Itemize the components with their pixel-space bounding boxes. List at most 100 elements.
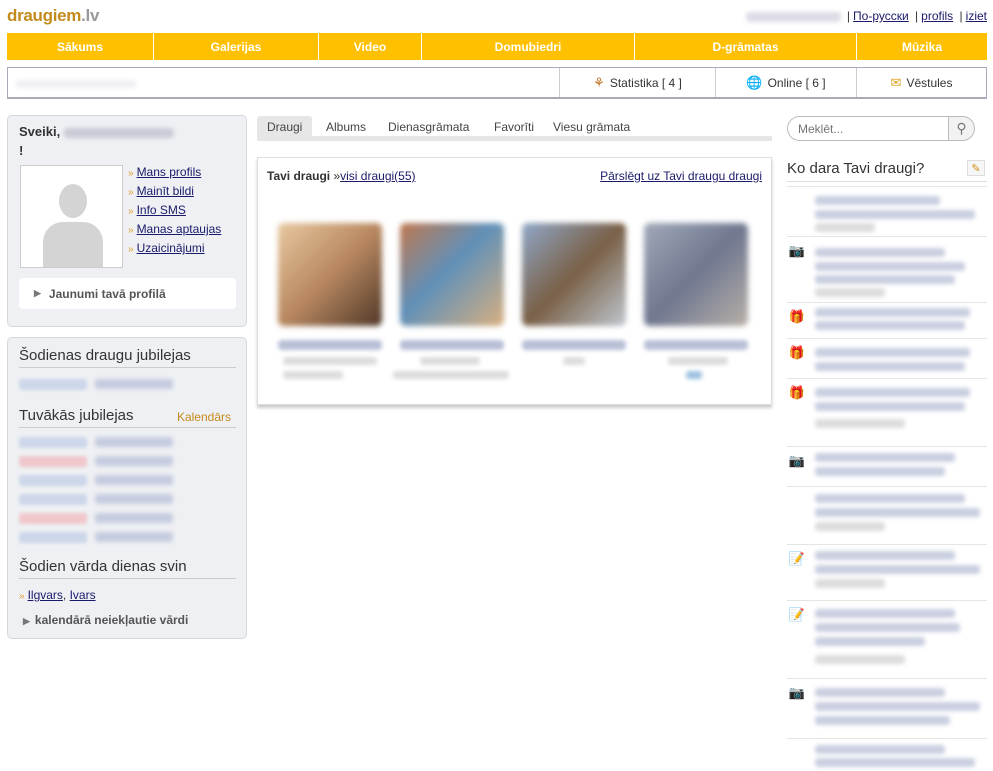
top-links: | По-русски | profils | iziet: [745, 9, 987, 23]
nameday-names: » Ilgvars, Ivars: [19, 588, 96, 602]
triangle-icon: ▶: [23, 616, 30, 626]
statistics-icon: ⚘: [593, 74, 605, 90]
triangle-icon: ▶: [34, 288, 41, 298]
profile-link[interactable]: profils: [921, 9, 953, 23]
tab-viesu-gramata[interactable]: Viesu grāmata: [553, 116, 630, 138]
activity-item[interactable]: [787, 738, 987, 771]
tab-albums[interactable]: Albums: [326, 116, 366, 138]
tab-dienasgramata[interactable]: Dienasgrāmata: [388, 116, 469, 138]
nav-video[interactable]: Video: [319, 33, 422, 60]
profile-link-item[interactable]: » Uzaicinājumi: [128, 241, 221, 260]
friend-badge: [686, 371, 702, 379]
friend-photo[interactable]: [278, 223, 382, 326]
tab-draugi[interactable]: Draugi: [257, 116, 313, 138]
profile-news-button[interactable]: ▶ Jaunumi tavā profilā: [19, 278, 236, 309]
today-birthdays-title: Šodienas draugu jubilejas: [19, 347, 236, 368]
friends-header: Tavi draugi »visi draugi(55): [267, 169, 416, 183]
upcoming-birthday-row[interactable]: [19, 437, 173, 449]
upcoming-birthday-row[interactable]: [19, 494, 173, 506]
gift-icon: 🎁: [788, 309, 806, 324]
nameday-title: Šodien vārda dienas svin: [19, 558, 236, 579]
avatar[interactable]: [20, 165, 123, 268]
friend-name[interactable]: [522, 340, 626, 350]
photo-icon: 📷: [788, 243, 806, 258]
search-icon: ⚲: [956, 120, 967, 136]
greeting-name-blurred: [63, 127, 174, 138]
friend-info: [420, 357, 480, 365]
activity-item[interactable]: 📝: [787, 600, 987, 678]
online-label: Online [ 6 ]: [767, 75, 826, 90]
nav-sakums[interactable]: Sākums: [7, 33, 154, 60]
gift-icon: 🎁: [788, 345, 806, 360]
birthdays-box: Šodienas draugu jubilejas Tuvākās jubile…: [7, 337, 247, 639]
gift-icon: 🎁: [788, 385, 806, 400]
search-button[interactable]: ⚲: [948, 116, 975, 141]
friend-name[interactable]: [400, 340, 504, 350]
nav-domubiedri[interactable]: Domubiedri: [422, 33, 635, 60]
activity-item[interactable]: 📝: [787, 544, 987, 600]
friend-name[interactable]: [278, 340, 382, 350]
all-friends-link[interactable]: visi draugi(55): [340, 169, 415, 183]
profile-box: Sveiki, ! » Mans profils » Mainīt bildi » I…: [7, 115, 247, 327]
upcoming-birthday-row[interactable]: [19, 456, 173, 468]
friend-photo[interactable]: [522, 223, 626, 326]
greeting-exclaim: !: [19, 143, 24, 158]
greeting: Sveiki,: [19, 124, 174, 139]
activity-item[interactable]: 🎁: [787, 378, 987, 446]
status-bar: ⚘ Statistika [ 4 ] 🌐 Online [ 6 ] ✉ Vēst…: [7, 67, 987, 99]
activity-item[interactable]: 📷: [787, 236, 987, 302]
nameday-link[interactable]: Ilgvars: [28, 588, 63, 602]
user-name-blurred[interactable]: [745, 11, 841, 22]
friend-name[interactable]: [644, 340, 748, 350]
profile-link-item[interactable]: » Info SMS: [128, 203, 221, 222]
upcoming-birthday-row[interactable]: [19, 532, 173, 544]
upcoming-birthday-row[interactable]: [19, 513, 173, 525]
edit-icon[interactable]: ✎: [967, 160, 985, 176]
activity-title: Ko dara Tavi draugi?: [787, 160, 987, 182]
activity-item[interactable]: [787, 186, 987, 236]
activity-item[interactable]: 📷: [787, 678, 987, 738]
today-birthday-row[interactable]: [19, 379, 173, 391]
nameday-link[interactable]: Ivars: [70, 588, 96, 602]
photo-icon: 📷: [788, 453, 806, 468]
nav-dgramatas[interactable]: D-grāmatas: [635, 33, 857, 60]
search-input[interactable]: [787, 116, 949, 141]
switch-friends-link[interactable]: Pārslēgt uz Tavi draugu draugi: [600, 169, 762, 183]
friend-photo[interactable]: [400, 223, 504, 326]
profile-link-item[interactable]: » Manas aptaujas: [128, 222, 221, 241]
friend-info: [668, 357, 728, 365]
activity-item[interactable]: 📷: [787, 446, 987, 486]
russian-link[interactable]: По-русски: [853, 9, 909, 23]
statistika-button[interactable]: ⚘ Statistika [ 4 ]: [559, 68, 715, 97]
site-logo[interactable]: draugiem.lv: [7, 6, 99, 26]
status-blurred: [16, 80, 136, 88]
activity-item[interactable]: 🎁: [787, 302, 987, 338]
unlisted-names-toggle[interactable]: ▶ kalendārā neiekļautie vārdi: [23, 613, 188, 627]
profile-tabs: Draugi Albums Dienasgrāmata Favorīti Vie…: [257, 116, 772, 141]
messages-label: Vēstules: [906, 75, 953, 90]
blog-icon: 📝: [788, 607, 806, 622]
friends-panel: Tavi draugi »visi draugi(55) Pārslēgt uz…: [257, 157, 772, 405]
nav-muzika[interactable]: Mūzika: [857, 33, 987, 60]
profile-link-item[interactable]: » Mans profils: [128, 165, 221, 184]
activity-item[interactable]: 🎁: [787, 338, 987, 378]
logo-text: draugiem: [7, 6, 82, 25]
activity-item[interactable]: [787, 486, 987, 544]
nav-galerijas[interactable]: Galerijas: [154, 33, 319, 60]
profile-link-item[interactable]: » Mainīt bildi: [128, 184, 221, 203]
online-button[interactable]: 🌐 Online [ 6 ]: [715, 68, 856, 97]
friend-info: [283, 357, 377, 365]
envelope-icon: ✉: [890, 74, 902, 90]
globe-icon: 🌐: [746, 74, 763, 90]
tab-favoriti[interactable]: Favorīti: [494, 116, 534, 138]
messages-button[interactable]: ✉ Vēstules: [856, 68, 986, 97]
statistika-label: Statistika [ 4 ]: [609, 75, 682, 90]
friend-info: [393, 371, 509, 379]
friend-info: [283, 371, 343, 379]
upcoming-birthday-row[interactable]: [19, 475, 173, 487]
friend-photo[interactable]: [644, 223, 748, 326]
logout-link[interactable]: iziet: [966, 9, 987, 23]
calendar-link[interactable]: Kalendārs: [177, 410, 231, 424]
main-nav: Sākums Galerijas Video Domubiedri D-grām…: [7, 33, 987, 60]
logo-tld: .lv: [81, 6, 100, 25]
